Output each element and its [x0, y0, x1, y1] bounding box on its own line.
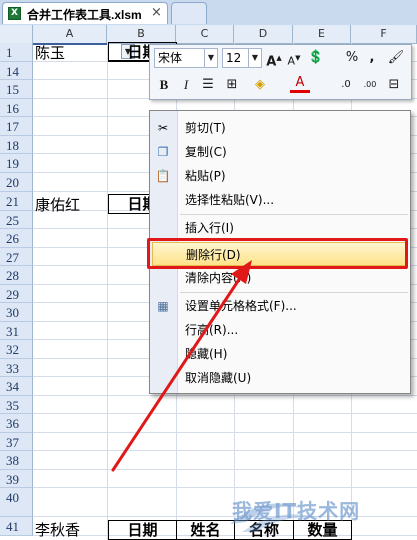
scissors-icon: ✂ [157, 121, 169, 135]
comma-style-button[interactable]: , [362, 48, 382, 68]
chevron-down-icon[interactable]: ▼ [248, 49, 261, 67]
column-header-f[interactable]: F [351, 25, 417, 43]
menu-item-hide[interactable]: 隐藏(H) [150, 342, 410, 366]
row-header[interactable]: 19 [0, 154, 33, 173]
accounting-format-icon[interactable]: 💲 [306, 48, 326, 68]
format-painter-icon[interactable]: 🖌 [386, 48, 406, 68]
row-header[interactable]: 37 [0, 433, 33, 451]
increase-decimal-button[interactable]: .0 [336, 75, 356, 95]
font-name-box[interactable]: 宋体 ▼ [154, 48, 218, 68]
menu-item-copy[interactable]: ❐ 复制(C) [150, 140, 410, 164]
row-header[interactable]: 20 [0, 173, 33, 192]
row-header[interactable]: 36 [0, 414, 33, 433]
annotation-highlight-box [147, 238, 408, 269]
italic-button[interactable]: I [176, 75, 196, 95]
menu-item-paste-special[interactable]: 选择性粘贴(V)... [150, 188, 410, 212]
shrink-font-button[interactable]: A▼ [284, 48, 304, 68]
column-header-d[interactable]: D [234, 25, 293, 43]
row-header[interactable]: 39 [0, 470, 33, 488]
row-header[interactable]: 16 [0, 99, 33, 117]
workbook-tab-title: 合并工作表工具.xlsm [27, 8, 142, 22]
font-size-box[interactable]: 12 ▼ [222, 48, 262, 68]
row-header[interactable]: 34 [0, 377, 33, 396]
font-name-value: 宋体 [158, 51, 183, 65]
watermark-text: 我爱IT技术网 [232, 499, 361, 523]
column-header-e[interactable]: E [293, 25, 351, 43]
hidden-rows-marker [33, 43, 107, 45]
workbook-tab[interactable]: X 合并工作表工具.xlsm × [2, 2, 168, 24]
row-header[interactable]: 26 [0, 229, 33, 248]
format-cells-icon: ▦ [157, 299, 169, 313]
menu-item-clear-contents[interactable]: 清除内容(N) [150, 266, 410, 290]
row-header[interactable]: 25 [0, 211, 33, 229]
row-header[interactable]: 15 [0, 80, 33, 99]
menu-item-unhide[interactable]: 取消隐藏(U) [150, 366, 410, 390]
row-header[interactable]: 32 [0, 340, 33, 359]
menu-separator [180, 214, 408, 215]
bold-button[interactable]: B [154, 75, 174, 95]
row-header[interactable]: 1 [0, 43, 33, 62]
merge-center-icon[interactable]: ⊟ [384, 75, 404, 95]
column-header-a[interactable]: A [33, 25, 107, 43]
select-all-corner[interactable] [0, 25, 33, 43]
copy-icon: ❐ [157, 145, 169, 159]
close-tab-icon[interactable]: × [151, 5, 162, 20]
row-header[interactable]: 17 [0, 117, 33, 136]
row-header[interactable]: 40 [0, 488, 33, 517]
row-header[interactable]: 28 [0, 266, 33, 285]
align-center-icon[interactable]: ☰ [198, 75, 218, 95]
cell-a21[interactable]: 康佑红 [35, 194, 80, 215]
fill-color-icon[interactable]: ◈ [250, 75, 270, 95]
font-color-button[interactable]: A [290, 75, 310, 93]
excel-file-icon: X [8, 7, 21, 20]
column-header-b[interactable]: B [107, 25, 176, 43]
menu-item-format-cells[interactable]: ▦ 设置单元格格式(F)... [150, 294, 410, 318]
row-header[interactable]: 30 [0, 303, 33, 322]
row-header[interactable]: 35 [0, 396, 33, 414]
font-size-value: 12 [226, 51, 242, 65]
menu-item-paste[interactable]: 📋 粘贴(P) [150, 164, 410, 188]
row-header[interactable]: 21 [0, 192, 33, 211]
percent-style-button[interactable]: % [342, 48, 362, 68]
menu-separator [180, 292, 408, 293]
column-header-c[interactable]: C [176, 25, 234, 43]
row-header[interactable]: 18 [0, 136, 33, 154]
row-header[interactable]: 27 [0, 248, 33, 266]
row-header[interactable]: 41 [0, 517, 33, 536]
mini-format-toolbar: 宋体 ▼ 12 ▼ A▲ A▼ 💲 % , 🖌 B I ☰ ⊞ ◈ A .0 .… [149, 44, 412, 100]
paste-icon: 📋 [155, 169, 171, 183]
cell-a1[interactable]: 陈玉 [35, 42, 65, 63]
workbook-tab-bar: X 合并工作表工具.xlsm × [0, 0, 417, 26]
menu-item-cut[interactable]: ✂ 剪切(T) [150, 116, 410, 140]
cell-b41[interactable]: 日期 [108, 520, 177, 540]
cell-a41[interactable]: 李秋香 [35, 519, 80, 540]
menu-item-row-height[interactable]: 行高(R)... [150, 318, 410, 342]
row-header[interactable]: 33 [0, 359, 33, 377]
menu-item-insert-row[interactable]: 插入行(I) [150, 216, 410, 240]
chevron-down-icon[interactable]: ▼ [204, 49, 217, 67]
new-tab-button[interactable] [171, 2, 207, 24]
row-header[interactable]: 31 [0, 322, 33, 340]
grow-font-button[interactable]: A▲ [264, 48, 284, 69]
row-header[interactable]: 14 [0, 62, 33, 80]
decrease-decimal-button[interactable]: .00 [360, 75, 380, 95]
borders-icon[interactable]: ⊞ [222, 75, 242, 95]
row-header[interactable]: 29 [0, 285, 33, 303]
row-header[interactable]: 38 [0, 451, 33, 470]
